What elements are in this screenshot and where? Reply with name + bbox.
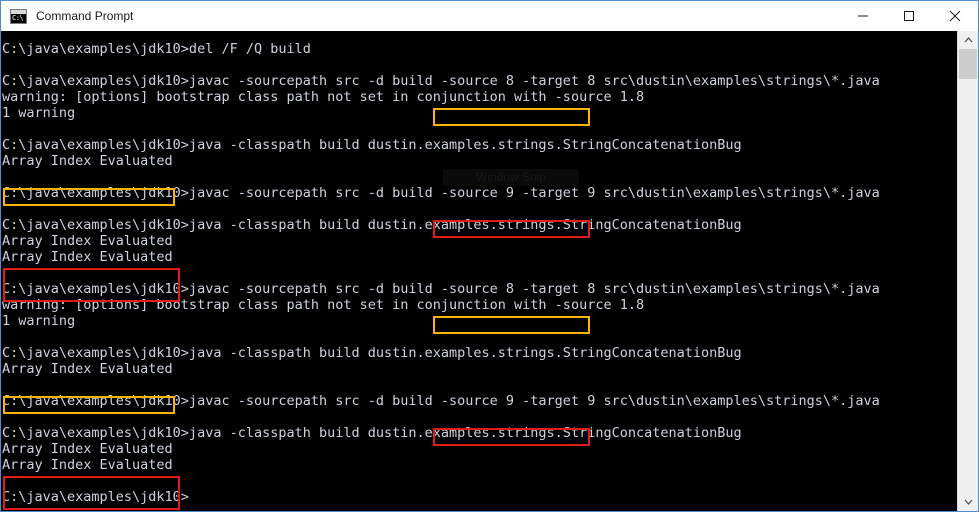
console-line: C:\java\examples\jdk10>java -classpath b… [2,425,742,441]
console-line: Array Index Evaluated [2,249,173,265]
console-line: C:\java\examples\jdk10>del /F /Q build [2,41,311,57]
console-line: C:\java\examples\jdk10>javac -sourcepath… [2,73,880,89]
console-output-area[interactable]: C:\java\examples\jdk10>del /F /Q build C… [1,31,957,511]
command-prompt-window: C:\ Command Prompt C:\java\examples\jdk1… [0,0,979,512]
console-line: Array Index Evaluated [2,361,173,377]
console-line: C:\java\examples\jdk10>java -classpath b… [2,345,742,361]
scrollbar-up-button[interactable] [958,31,978,49]
window-snip-ghost-tooltip: Window Snip [443,169,579,186]
console-text: C:\java\examples\jdk10>del /F /Q build C… [2,41,880,505]
maximize-icon [904,11,914,21]
console-line: warning: [options] bootstrap class path … [2,297,645,313]
console-line: C:\java\examples\jdk10> [2,489,189,505]
close-button[interactable] [932,2,978,31]
console-line: C:\java\examples\jdk10>javac -sourcepath… [2,281,880,297]
minimize-button[interactable] [840,2,886,31]
close-icon [949,10,961,22]
titlebar[interactable]: C:\ Command Prompt [1,1,978,31]
window-title: Command Prompt [36,9,134,23]
console-line: warning: [options] bootstrap class path … [2,89,645,105]
console-line: C:\java\examples\jdk10>java -classpath b… [2,137,742,153]
chevron-down-icon [964,499,972,505]
console-line: 1 warning [2,313,76,329]
console-line: C:\java\examples\jdk10>java -classpath b… [2,217,742,233]
vertical-scrollbar[interactable] [957,31,978,511]
console-line: Array Index Evaluated [2,457,173,473]
maximize-button[interactable] [886,2,932,31]
console-line: Array Index Evaluated [2,441,173,457]
chevron-up-icon [964,37,972,43]
scrollbar-thumb[interactable] [959,49,977,79]
console-line: Array Index Evaluated [2,233,173,249]
console-line: 1 warning [2,105,76,121]
minimize-icon [858,15,868,17]
scrollbar-down-button[interactable] [958,493,978,511]
console-line: C:\java\examples\jdk10>javac -sourcepath… [2,185,880,201]
console-line: C:\java\examples\jdk10>javac -sourcepath… [2,393,880,409]
cmd-icon: C:\ [10,8,27,24]
cmd-icon-glyph: C:\ [12,13,24,22]
console-line: Array Index Evaluated [2,153,173,169]
